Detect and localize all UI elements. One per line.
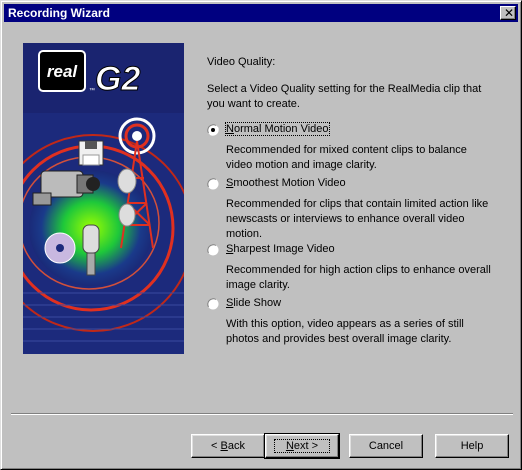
option-label-slide-show: Slide Show bbox=[226, 297, 282, 309]
realplayer-g2-artwork: real ™ G2 bbox=[23, 43, 184, 354]
option-desc-smoothest-line-3: motion. bbox=[226, 228, 263, 240]
g2-logo: G2 bbox=[95, 60, 140, 98]
section-heading: Video Quality: bbox=[207, 56, 276, 68]
radio-normal-motion-video[interactable] bbox=[207, 124, 219, 136]
option-desc-smoothest-line-2: newscasts or interviews to enhance overa… bbox=[226, 213, 465, 225]
help-button[interactable]: Help bbox=[435, 434, 509, 458]
close-icon: ✕ bbox=[504, 6, 515, 20]
floppy-disk-icon bbox=[78, 140, 104, 166]
option-slide-show[interactable]: Slide Show bbox=[207, 297, 297, 312]
real-logo-text: real bbox=[47, 62, 79, 81]
option-desc-sharpest-line-1: Recommended for high action clips to enh… bbox=[226, 264, 491, 276]
cancel-button[interactable]: Cancel bbox=[349, 434, 423, 458]
cd-disc-icon bbox=[44, 232, 76, 264]
focus-rectangle bbox=[274, 439, 330, 453]
radio-sharpest-image-video[interactable] bbox=[207, 244, 219, 256]
radio-selected-dot bbox=[211, 128, 215, 132]
radio-smoothest-motion-video[interactable] bbox=[207, 178, 219, 190]
option-desc-smoothest-line-1: Recommended for clips that contain limit… bbox=[226, 198, 489, 210]
option-desc-normal-line-1: Recommended for mixed content clips to b… bbox=[226, 144, 467, 156]
option-label-normal-motion-video: Normal Motion Video bbox=[225, 122, 330, 136]
option-desc-slide-line-2: photos and provides best overall image c… bbox=[226, 333, 452, 345]
back-button[interactable]: < Back bbox=[191, 434, 265, 458]
next-button[interactable]: Next > bbox=[264, 433, 340, 459]
close-button[interactable]: ✕ bbox=[500, 6, 516, 20]
button-separator bbox=[11, 413, 513, 415]
option-desc-sharpest-line-2: image clarity. bbox=[226, 279, 290, 291]
radio-slide-show[interactable] bbox=[207, 298, 219, 310]
option-label-sharpest-image-video: Sharpest Image Video bbox=[226, 243, 335, 255]
option-desc-slide-line-1: With this option, video appears as a ser… bbox=[226, 318, 464, 330]
instruction-line-2: you want to create. bbox=[207, 98, 300, 110]
option-normal-motion-video[interactable]: Normal Motion Video bbox=[207, 122, 330, 138]
option-label-smoothest-motion-video: Smoothest Motion Video bbox=[226, 177, 346, 189]
title-bar[interactable]: Recording Wizard ✕ bbox=[4, 4, 518, 22]
radio-signal-icon bbox=[118, 117, 156, 155]
option-sharpest-image-video[interactable]: Sharpest Image Video bbox=[207, 243, 347, 258]
recording-wizard-window: Recording Wizard ✕ real ™ G2 Video Quali… bbox=[0, 0, 522, 470]
instruction-line-1: Select a Video Quality setting for the R… bbox=[207, 83, 482, 95]
option-desc-normal-line-2: video motion and image clarity. bbox=[226, 159, 377, 171]
option-smoothest-motion-video[interactable]: Smoothest Motion Video bbox=[207, 177, 347, 192]
window-title: Recording Wizard bbox=[8, 6, 110, 20]
